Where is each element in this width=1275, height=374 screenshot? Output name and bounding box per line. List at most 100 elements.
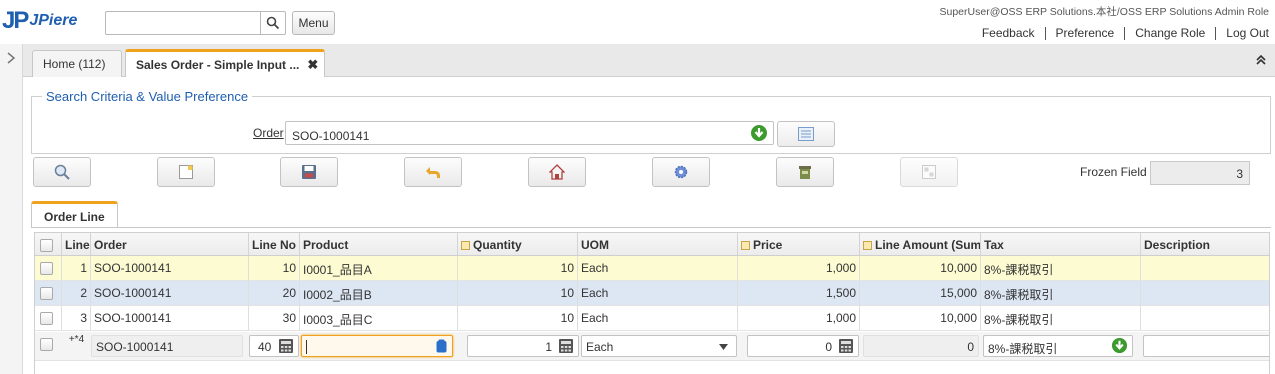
cell-tax[interactable]: 8%-課税取引: [981, 306, 1141, 330]
cell-line[interactable]: 1: [62, 256, 91, 280]
divider: [1044, 26, 1046, 40]
cell-product[interactable]: I0003_品目C: [300, 306, 458, 330]
new-record-button[interactable]: [157, 157, 215, 187]
jpiere-logo[interactable]: JP JPiere: [2, 6, 77, 36]
column-header-order[interactable]: Order: [91, 233, 249, 255]
price-edit-field[interactable]: 0: [747, 335, 859, 357]
cell-product[interactable]: I0002_品目B: [300, 281, 458, 305]
undo-button[interactable]: [404, 157, 462, 187]
process-button[interactable]: [652, 157, 710, 187]
quantity-edit-value: 1: [545, 340, 552, 354]
cell-quantity[interactable]: 10: [458, 256, 578, 280]
frozen-field-input[interactable]: 3: [1150, 161, 1250, 185]
cell-order[interactable]: SOO-1000141: [91, 281, 249, 305]
row-checkbox[interactable]: [40, 287, 53, 300]
cell-line-amount[interactable]: 10,000: [860, 306, 981, 330]
order-search-field[interactable]: SOO-1000141: [285, 121, 774, 145]
cell-line-no[interactable]: 20: [249, 281, 300, 305]
chevron-right-icon[interactable]: [6, 52, 16, 64]
column-header-line-no[interactable]: Line No: [249, 233, 300, 255]
logout-link[interactable]: Log Out: [1226, 26, 1269, 40]
order-field-label[interactable]: Order: [253, 126, 284, 140]
cell-line-amount[interactable]: 15,000: [860, 281, 981, 305]
calculator-icon[interactable]: [838, 338, 854, 354]
order-edit-field[interactable]: SOO-1000141: [91, 335, 243, 357]
column-header-description[interactable]: Description: [1141, 233, 1269, 255]
logo-mark: JP: [2, 7, 29, 34]
edit-row[interactable]: +*4 SOO-1000141 40 1 Each 0 0 8%-課税取引: [35, 332, 1269, 361]
column-header-quantity[interactable]: Quantity: [458, 233, 578, 255]
table-row[interactable]: 1 SOO-1000141 10 I0001_品目A 10 Each 1,000…: [35, 256, 1269, 281]
home-button[interactable]: [528, 157, 586, 187]
customize-button[interactable]: [900, 157, 958, 187]
cell-order[interactable]: SOO-1000141: [91, 306, 249, 330]
row-checkbox[interactable]: [40, 262, 53, 275]
cell-line-amount[interactable]: 10,000: [860, 256, 981, 280]
cell-description[interactable]: [1141, 256, 1269, 280]
global-search-input[interactable]: [105, 11, 260, 35]
cell-tax[interactable]: 8%-課税取引: [981, 256, 1141, 280]
product-edit-field[interactable]: [301, 335, 453, 357]
tab-order-line[interactable]: Order Line: [31, 201, 118, 227]
row-select-cell: [35, 306, 62, 330]
preference-link[interactable]: Preference: [1056, 26, 1115, 40]
calculator-icon[interactable]: [558, 338, 574, 354]
tax-edit-field[interactable]: 8%-課税取引: [983, 335, 1133, 357]
quantity-edit-field[interactable]: 1: [467, 335, 579, 357]
line-no-edit-field[interactable]: 40: [249, 335, 299, 357]
change-role-link[interactable]: Change Role: [1135, 26, 1205, 40]
column-header-line-amount[interactable]: Line Amount (Sum: [860, 233, 981, 255]
tab-sales-order[interactable]: Sales Order - Simple Input ... ✖: [125, 49, 325, 77]
chevron-down-icon[interactable]: [719, 344, 728, 350]
multi-select-button[interactable]: [777, 121, 835, 147]
user-role-info[interactable]: SuperUser@OSS ERP Solutions.本社/OSS ERP S…: [940, 4, 1270, 19]
table-row[interactable]: 3 SOO-1000141 30 I0003_品目C 10 Each 1,000…: [35, 306, 1269, 331]
cell-line-no[interactable]: 30: [249, 306, 300, 330]
delete-button[interactable]: [776, 157, 834, 187]
cell-quantity[interactable]: 10: [458, 306, 578, 330]
uom-select[interactable]: Each: [581, 335, 737, 357]
double-chevron-up-icon[interactable]: [1255, 54, 1267, 66]
cell-order[interactable]: SOO-1000141: [91, 256, 249, 280]
row-checkbox[interactable]: [40, 338, 53, 351]
cell-description[interactable]: [1141, 306, 1269, 330]
cell-line[interactable]: 2: [62, 281, 91, 305]
cell-uom[interactable]: Each: [578, 256, 738, 280]
cell-price[interactable]: 1,000: [738, 256, 860, 280]
column-header-line[interactable]: Line: [62, 233, 91, 255]
close-icon[interactable]: ✖: [307, 57, 318, 73]
west-panel-collapsed[interactable]: [0, 44, 23, 374]
new-record-icon: [179, 165, 193, 179]
divider: [1215, 26, 1217, 40]
cell-price[interactable]: 1,000: [738, 306, 860, 330]
table-row[interactable]: 2 SOO-1000141 20 I0002_品目B 10 Each 1,500…: [35, 281, 1269, 306]
search-criteria-title[interactable]: Search Criteria & Value Preference: [42, 89, 253, 104]
cell-line-no[interactable]: 10: [249, 256, 300, 280]
column-header-product[interactable]: Product: [300, 233, 458, 255]
cell-product[interactable]: I0001_品目A: [300, 256, 458, 280]
lookup-arrow-icon[interactable]: [1111, 337, 1128, 354]
select-all-cell: [35, 233, 62, 255]
cell-tax[interactable]: 8%-課税取引: [981, 281, 1141, 305]
save-button[interactable]: [280, 157, 338, 187]
search-button[interactable]: [260, 11, 286, 35]
cell-uom[interactable]: Each: [578, 306, 738, 330]
column-header-price[interactable]: Price: [738, 233, 860, 255]
menu-button[interactable]: Menu: [292, 11, 335, 35]
cell-quantity[interactable]: 10: [458, 281, 578, 305]
lookup-arrow-icon[interactable]: [750, 124, 768, 142]
search-records-button[interactable]: [33, 157, 91, 187]
select-all-checkbox[interactable]: [40, 239, 53, 252]
cell-line[interactable]: 3: [62, 306, 91, 330]
column-header-tax[interactable]: Tax: [981, 233, 1141, 255]
calculator-icon[interactable]: [278, 338, 294, 354]
column-header-uom[interactable]: UOM: [578, 233, 738, 255]
row-checkbox[interactable]: [40, 312, 53, 325]
cell-uom[interactable]: Each: [578, 281, 738, 305]
cell-price[interactable]: 1,500: [738, 281, 860, 305]
product-lookup-icon[interactable]: [436, 339, 447, 353]
tab-home[interactable]: Home (112): [32, 50, 122, 77]
cell-description[interactable]: [1141, 281, 1269, 305]
description-edit-field[interactable]: [1143, 335, 1269, 357]
feedback-link[interactable]: Feedback: [982, 26, 1035, 40]
